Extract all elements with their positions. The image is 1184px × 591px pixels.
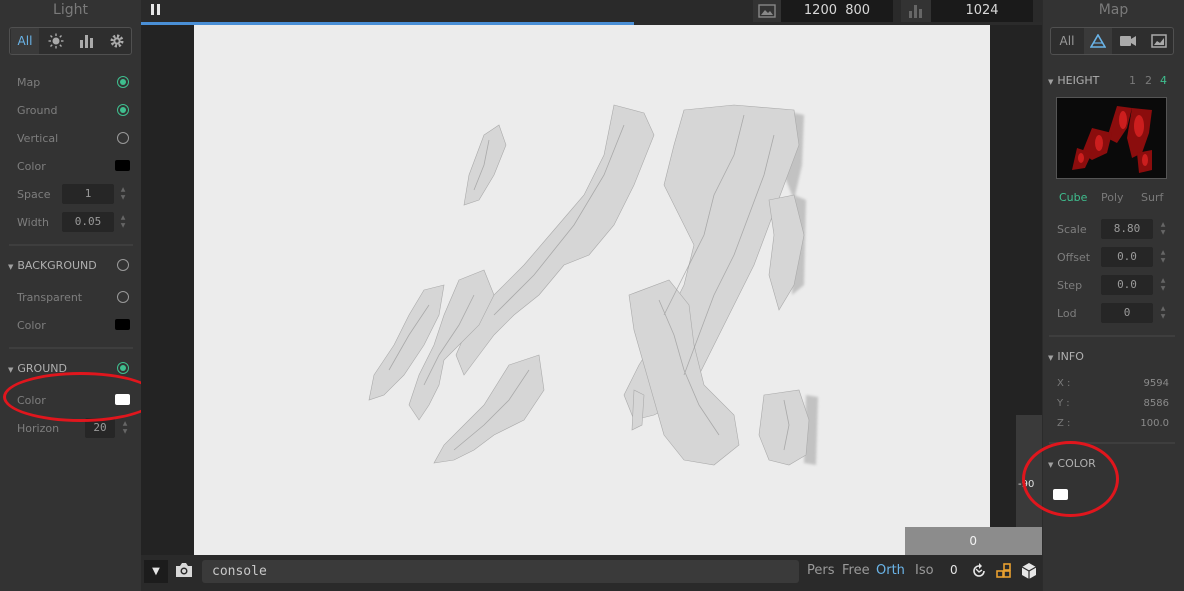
tab-all[interactable]: All bbox=[1052, 28, 1082, 54]
highlight-annotation bbox=[3, 372, 158, 422]
panel-title: Map bbox=[1098, 2, 1129, 18]
light-color-label: Color bbox=[17, 160, 46, 173]
horizon-label: Horizon bbox=[17, 422, 60, 435]
step-input[interactable]: 0.0 bbox=[1101, 275, 1153, 295]
background-header-label: BACKGROUND bbox=[17, 259, 97, 272]
transparent-label: Transparent bbox=[17, 291, 83, 304]
lod-input[interactable]: 0 bbox=[1101, 303, 1153, 323]
z-value: 100.0 bbox=[1140, 418, 1169, 429]
console-input[interactable]: console bbox=[202, 560, 799, 583]
height-level-1[interactable]: 1 bbox=[1129, 74, 1136, 87]
bottom-readout[interactable]: 0 bbox=[905, 527, 1042, 555]
lod-label: Lod bbox=[1057, 307, 1077, 320]
gear-icon[interactable] bbox=[103, 28, 131, 54]
mode-cube[interactable]: Cube bbox=[1059, 191, 1087, 204]
divider bbox=[9, 244, 133, 246]
light-ground-radio[interactable] bbox=[117, 104, 129, 116]
panel-title: Light bbox=[53, 2, 88, 18]
height-section-header[interactable]: ▼ HEIGHT bbox=[1048, 74, 1099, 87]
console-toggle-icon[interactable]: ▼ bbox=[144, 560, 168, 583]
samples-readout[interactable]: 1024 bbox=[931, 0, 1033, 22]
offset-input[interactable]: 0.0 bbox=[1101, 247, 1153, 267]
video-camera-icon[interactable] bbox=[1114, 28, 1142, 54]
transparent-radio[interactable] bbox=[117, 291, 129, 303]
height-level-4[interactable]: 4 bbox=[1160, 74, 1167, 87]
light-vertical-radio[interactable] bbox=[117, 132, 129, 144]
view-orth[interactable]: Orth bbox=[876, 563, 905, 578]
pause-icon[interactable] bbox=[151, 4, 161, 17]
view-free[interactable]: Free bbox=[842, 563, 870, 578]
background-radio[interactable] bbox=[117, 259, 129, 271]
chevron-down-icon: ▼ bbox=[8, 366, 14, 374]
top-toolbar: 1200 800 1024 bbox=[141, 0, 1042, 22]
chevron-down-icon: ▼ bbox=[8, 263, 14, 271]
mode-poly[interactable]: Poly bbox=[1101, 191, 1124, 204]
cube-icon[interactable] bbox=[1020, 562, 1038, 580]
horizon-stepper[interactable]: ▲ ▼ bbox=[121, 420, 129, 436]
render-canvas[interactable] bbox=[194, 25, 990, 555]
image-icon[interactable] bbox=[753, 0, 781, 22]
background-section-header[interactable]: ▼ BACKGROUND bbox=[8, 259, 97, 272]
chevron-down-icon: ▼ bbox=[1048, 354, 1054, 362]
divider bbox=[9, 347, 133, 349]
background-color-label: Color bbox=[17, 319, 46, 332]
width-input[interactable]: 0.05 bbox=[62, 212, 114, 232]
y-value: 8586 bbox=[1143, 398, 1169, 409]
y-label: Y : bbox=[1057, 398, 1070, 409]
scale-input[interactable]: 8.80 bbox=[1101, 219, 1153, 239]
light-map-radio[interactable] bbox=[117, 76, 129, 88]
background-color-swatch[interactable] bbox=[115, 319, 130, 330]
info-section-header[interactable]: ▼ INFO bbox=[1048, 350, 1084, 363]
heightmap-preview[interactable] bbox=[1056, 97, 1167, 179]
light-color-swatch[interactable] bbox=[115, 160, 130, 171]
space-input[interactable]: 1 bbox=[62, 184, 114, 204]
layout-icon[interactable] bbox=[995, 562, 1013, 580]
sun-icon[interactable] bbox=[43, 28, 69, 54]
divider bbox=[1049, 335, 1175, 337]
ground-radio[interactable] bbox=[117, 362, 129, 374]
space-stepper[interactable]: ▲ ▼ bbox=[119, 186, 127, 202]
info-header-label: INFO bbox=[1057, 350, 1084, 363]
light-map-label: Map bbox=[17, 76, 41, 89]
resolution-width: 1200 bbox=[803, 3, 837, 18]
reset-rotation-icon[interactable] bbox=[970, 562, 988, 580]
step-label: Step bbox=[1057, 279, 1083, 292]
light-tabs: All bbox=[9, 27, 132, 55]
mode-surf[interactable]: Surf bbox=[1141, 191, 1163, 204]
offset-label: Offset bbox=[1057, 251, 1091, 264]
lod-stepper[interactable]: ▲ ▼ bbox=[1159, 305, 1167, 321]
z-label: Z : bbox=[1057, 418, 1071, 429]
bar-chart-icon[interactable] bbox=[73, 28, 99, 54]
map-tabs: All bbox=[1050, 27, 1174, 55]
camera-icon[interactable] bbox=[174, 562, 196, 580]
scale-label: Scale bbox=[1057, 223, 1087, 236]
height-header-label: HEIGHT bbox=[1057, 74, 1100, 87]
width-label: Width bbox=[17, 216, 49, 229]
scale-stepper[interactable]: ▲ ▼ bbox=[1159, 221, 1167, 237]
view-iso[interactable]: Iso bbox=[915, 563, 934, 578]
view-pers[interactable]: Pers bbox=[807, 563, 835, 578]
light-ground-label: Ground bbox=[17, 104, 58, 117]
tab-all[interactable]: All bbox=[11, 28, 39, 54]
terrain-render bbox=[368, 104, 818, 466]
view-counter: 0 bbox=[950, 563, 958, 577]
offset-stepper[interactable]: ▲ ▼ bbox=[1159, 249, 1167, 265]
step-stepper[interactable]: ▲ ▼ bbox=[1159, 277, 1167, 293]
terrain-icon[interactable] bbox=[1084, 28, 1112, 54]
space-label: Space bbox=[17, 188, 51, 201]
x-value: 9594 bbox=[1143, 378, 1169, 389]
bar-chart-icon[interactable] bbox=[901, 0, 931, 22]
x-label: X : bbox=[1057, 378, 1071, 389]
height-level-2[interactable]: 2 bbox=[1145, 74, 1152, 87]
resolution-height: 800 bbox=[845, 3, 871, 18]
image-icon[interactable] bbox=[1144, 28, 1173, 54]
highlight-annotation bbox=[1022, 441, 1119, 517]
resolution-readout[interactable]: 1200 800 bbox=[781, 0, 893, 22]
light-vertical-label: Vertical bbox=[17, 132, 59, 145]
width-stepper[interactable]: ▲ ▼ bbox=[119, 214, 127, 230]
light-panel: Light All Map Ground Vertical Color Spac… bbox=[0, 0, 141, 591]
chevron-down-icon: ▼ bbox=[1048, 78, 1054, 86]
